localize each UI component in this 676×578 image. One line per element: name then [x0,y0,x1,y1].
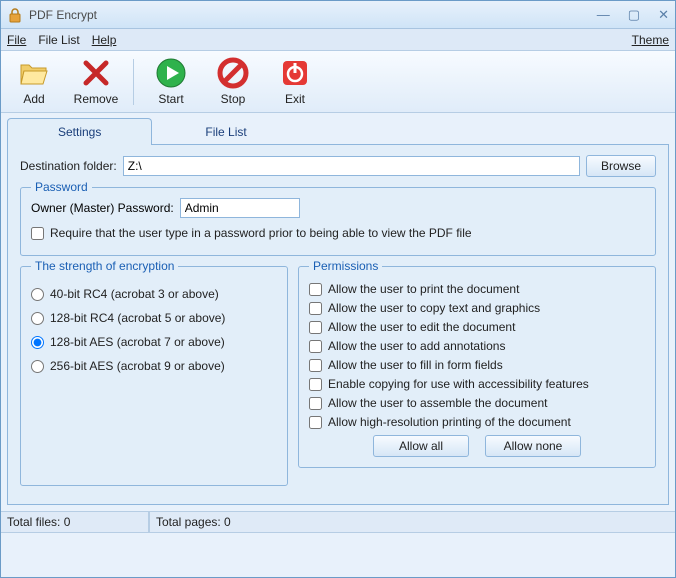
encryption-radio-3[interactable] [31,360,44,373]
permission-checkbox-5[interactable] [309,378,322,391]
tab-bar: Settings File List [1,119,675,145]
tab-settings[interactable]: Settings [7,118,152,145]
close-button[interactable]: ✕ [658,7,669,23]
exit-button[interactable]: Exit [266,54,324,110]
permission-label: Allow high-resolution printing of the do… [328,415,571,429]
minimize-button[interactable]: — [597,7,610,23]
permissions-group: Permissions Allow the user to print the … [298,266,656,468]
permission-checkbox-6[interactable] [309,397,322,410]
toolbar-separator [133,59,134,105]
stop-button[interactable]: Stop [204,54,262,110]
folder-open-icon [18,57,50,89]
power-icon [279,57,311,89]
require-view-password-label: Require that the user type in a password… [50,226,472,240]
permission-label: Allow the user to edit the document [328,320,515,334]
add-button[interactable]: Add [5,54,63,110]
permission-checkbox-2[interactable] [309,321,322,334]
stop-prohibit-icon [217,57,249,89]
password-group: Password Owner (Master) Password: Requir… [20,187,656,256]
browse-button[interactable]: Browse [586,155,656,177]
encryption-option-label: 128-bit AES (acrobat 7 or above) [50,335,225,349]
window-title: PDF Encrypt [29,8,597,22]
encryption-radio-2[interactable] [31,336,44,349]
permission-checkbox-1[interactable] [309,302,322,315]
destination-label: Destination folder: [20,159,117,173]
permission-label: Allow the user to add annotations [328,339,505,353]
encryption-radio-0[interactable] [31,288,44,301]
require-view-password-checkbox[interactable] [31,227,44,240]
encryption-group: The strength of encryption 40-bit RC4 (a… [20,266,288,486]
encryption-legend: The strength of encryption [31,259,178,273]
window-controls: — ▢ ✕ [597,7,669,23]
permission-label: Enable copying for use with accessibilit… [328,377,589,391]
app-icon [7,7,23,23]
password-legend: Password [31,180,92,194]
encryption-option-label: 256-bit AES (acrobat 9 or above) [50,359,225,373]
status-bar: Total files: 0 Total pages: 0 [1,511,675,533]
owner-password-input[interactable] [180,198,300,218]
destination-input[interactable] [123,156,580,176]
allow-all-button[interactable]: Allow all [373,435,469,457]
permission-checkbox-3[interactable] [309,340,322,353]
delete-x-icon [80,57,112,89]
status-total-pages: Total pages: 0 [149,512,675,533]
maximize-button[interactable]: ▢ [628,7,640,23]
menu-file-list[interactable]: File List [38,33,79,47]
encryption-radio-1[interactable] [31,312,44,325]
encryption-option-label: 128-bit RC4 (acrobat 5 or above) [50,311,225,325]
start-button[interactable]: Start [142,54,200,110]
status-total-files: Total files: 0 [1,512,149,533]
tab-file-list[interactable]: File List [154,118,297,145]
permission-checkbox-0[interactable] [309,283,322,296]
owner-password-label: Owner (Master) Password: [31,201,174,215]
menubar: File File List Help Theme [1,29,675,51]
permission-label: Allow the user to copy text and graphics [328,301,540,315]
play-icon [155,57,187,89]
permission-checkbox-7[interactable] [309,416,322,429]
remove-button[interactable]: Remove [67,54,125,110]
permission-label: Allow the user to assemble the document [328,396,547,410]
menu-theme[interactable]: Theme [632,33,669,47]
toolbar: Add Remove Start Stop Exit [1,51,675,113]
settings-panel: Destination folder: Browse Password Owne… [7,145,669,505]
permission-label: Allow the user to print the document [328,282,519,296]
allow-none-button[interactable]: Allow none [485,435,581,457]
encryption-option-label: 40-bit RC4 (acrobat 3 or above) [50,287,219,301]
menu-file[interactable]: File [7,33,26,47]
menu-help[interactable]: Help [92,33,117,47]
titlebar: PDF Encrypt — ▢ ✕ [1,1,675,29]
permission-label: Allow the user to fill in form fields [328,358,503,372]
permissions-legend: Permissions [309,259,382,273]
permission-checkbox-4[interactable] [309,359,322,372]
